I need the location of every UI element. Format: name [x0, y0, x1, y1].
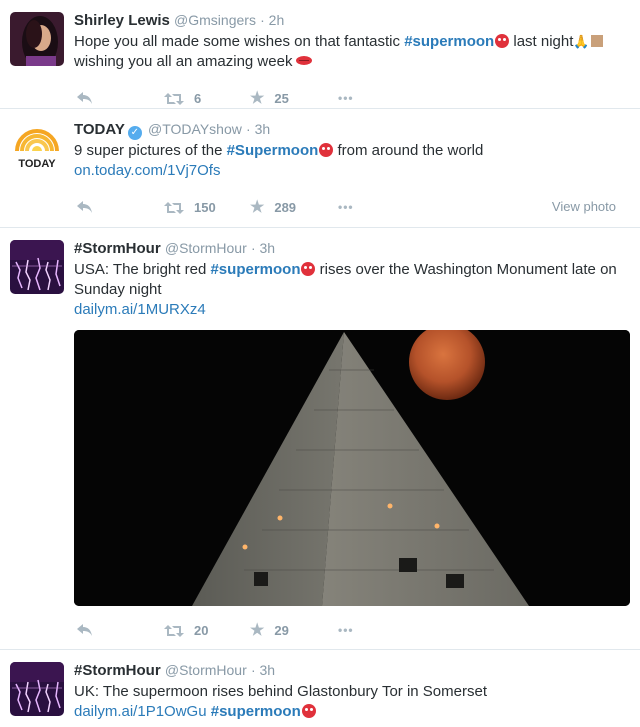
hashtag-link[interactable]: #supermoon [210, 261, 300, 278]
star-icon: ★ [250, 198, 265, 216]
reply-icon [77, 624, 92, 636]
timestamp[interactable]: · 3h [246, 121, 270, 137]
hashtag-link[interactable]: #supermoon [404, 33, 494, 50]
today-logo-text: TODAY [18, 158, 56, 170]
tweet[interactable]: #StormHour @StormHour · 3h USA: The brig… [0, 228, 640, 650]
tweet[interactable]: #StormHour @StormHour · 3h UK: The super… [0, 650, 640, 727]
tweet-text: UK: The supermoon rises behind Glastonbu… [74, 682, 628, 722]
view-photo-link[interactable]: View photo [552, 199, 616, 214]
favorite-count: 25 [274, 91, 289, 106]
tweet-link[interactable]: on.today.com/1Vj7Ofs [74, 162, 220, 179]
tweet-header: Shirley Lewis @Gmsingers · 2h [74, 10, 628, 31]
author-handle[interactable]: @StormHour [165, 240, 247, 256]
verified-badge-icon: ✓ [127, 126, 142, 140]
angry-face-emoji-icon [301, 704, 316, 718]
tweet-text-part: 9 super pictures of the [74, 142, 227, 159]
tweet-header: #StormHour @StormHour · 3h [74, 660, 628, 681]
star-icon: ★ [250, 621, 265, 639]
more-icon: ••• [338, 91, 354, 105]
tweet-text: Hope you all made some wishes on that fa… [74, 32, 628, 72]
author-name[interactable]: TODAY [74, 121, 125, 138]
timestamp[interactable]: · 3h [251, 662, 275, 678]
retweet-count: 6 [194, 91, 202, 106]
tweet-link[interactable]: dailym.ai/1MURXz4 [74, 301, 206, 318]
reply-button[interactable] [76, 91, 94, 105]
tweet-text: USA: The bright red #supermoon rises ove… [74, 260, 628, 320]
tweet-photo[interactable] [74, 330, 630, 606]
tweet-link[interactable]: dailym.ai/1P1OwGu [74, 703, 207, 720]
favorite-button[interactable]: ★ 29 [250, 621, 289, 639]
author-handle[interactable]: @TODAYshow [148, 121, 242, 137]
skin-tone-emoji-icon [590, 35, 603, 47]
lightning-avatar-icon [10, 662, 64, 716]
more-icon: ••• [338, 200, 354, 214]
author-name[interactable]: #StormHour [74, 662, 161, 679]
tweet-actions: 150 ★ 289 ••• View photo [74, 187, 628, 231]
tweet-actions: 20 ★ 29 ••• [74, 610, 628, 654]
angry-face-emoji-icon [301, 262, 316, 276]
avatar[interactable] [10, 12, 64, 66]
retweet-count: 150 [194, 200, 216, 215]
hashtag-link[interactable]: #Supermoon [227, 142, 319, 159]
angry-face-emoji-icon [495, 34, 510, 48]
tweet-header: TODAY ✓ @TODAYshow · 3h [74, 119, 628, 140]
timestamp[interactable]: · 3h [251, 240, 275, 256]
retweet-button[interactable]: 150 [164, 200, 216, 215]
retweet-button[interactable]: 6 [164, 91, 201, 106]
reply-button[interactable] [76, 200, 94, 214]
tweet[interactable]: Shirley Lewis @Gmsingers · 2h Hope you a… [0, 0, 640, 109]
star-icon: ★ [250, 89, 265, 107]
praying-hands-emoji-icon: 🙏 [573, 34, 590, 49]
reply-button[interactable] [76, 623, 94, 637]
retweet-button[interactable]: 20 [164, 623, 208, 638]
washington-monument-photo [74, 330, 630, 606]
more-button[interactable]: ••• [338, 623, 354, 637]
favorite-count: 289 [274, 200, 297, 215]
lightning-avatar-icon [10, 240, 64, 294]
tweet-text: 9 super pictures of the #Supermoon from … [74, 141, 628, 181]
more-button[interactable]: ••• [338, 200, 354, 214]
favorite-count: 29 [274, 623, 289, 638]
reply-icon [77, 92, 92, 104]
tweet-text-part: wishing you all an amazing week [74, 53, 293, 70]
avatar[interactable] [10, 662, 64, 716]
more-icon: ••• [338, 623, 354, 637]
tweet-text-part: Hope you all made some wishes on that fa… [74, 33, 405, 50]
tweet-text-part: USA: The bright red [74, 261, 211, 278]
author-name[interactable]: Shirley Lewis [74, 12, 170, 29]
retweet-icon [164, 201, 184, 214]
author-handle[interactable]: @StormHour [165, 662, 247, 678]
tweet[interactable]: TODAY TODAY ✓ @TODAYshow · 3h 9 super pic… [0, 109, 640, 228]
angry-face-emoji-icon [319, 143, 334, 157]
author-name[interactable]: #StormHour [74, 240, 161, 257]
retweet-count: 20 [194, 623, 209, 638]
retweet-icon [164, 624, 184, 637]
timeline: Shirley Lewis @Gmsingers · 2h Hope you a… [0, 0, 640, 727]
retweet-icon [164, 92, 184, 105]
kiss-lips-emoji-icon [296, 56, 313, 65]
favorite-button[interactable]: ★ 25 [250, 89, 289, 107]
avatar[interactable] [10, 240, 64, 294]
reply-icon [77, 201, 92, 213]
tweet-text-part: UK: The supermoon rises behind Glastonbu… [74, 683, 487, 700]
tweet-text-part: from around the world [333, 142, 484, 159]
tweet-header: #StormHour @StormHour · 3h [74, 238, 628, 259]
favorite-button[interactable]: ★ 289 [250, 198, 297, 216]
timestamp[interactable]: · 2h [260, 12, 284, 28]
tweet-text-part: last night [509, 33, 574, 50]
today-logo-icon: TODAY [10, 121, 64, 175]
author-handle[interactable]: @Gmsingers [174, 12, 256, 28]
more-button[interactable]: ••• [338, 91, 354, 105]
avatar[interactable]: TODAY [10, 121, 64, 175]
hashtag-link[interactable]: #supermoon [211, 703, 301, 720]
